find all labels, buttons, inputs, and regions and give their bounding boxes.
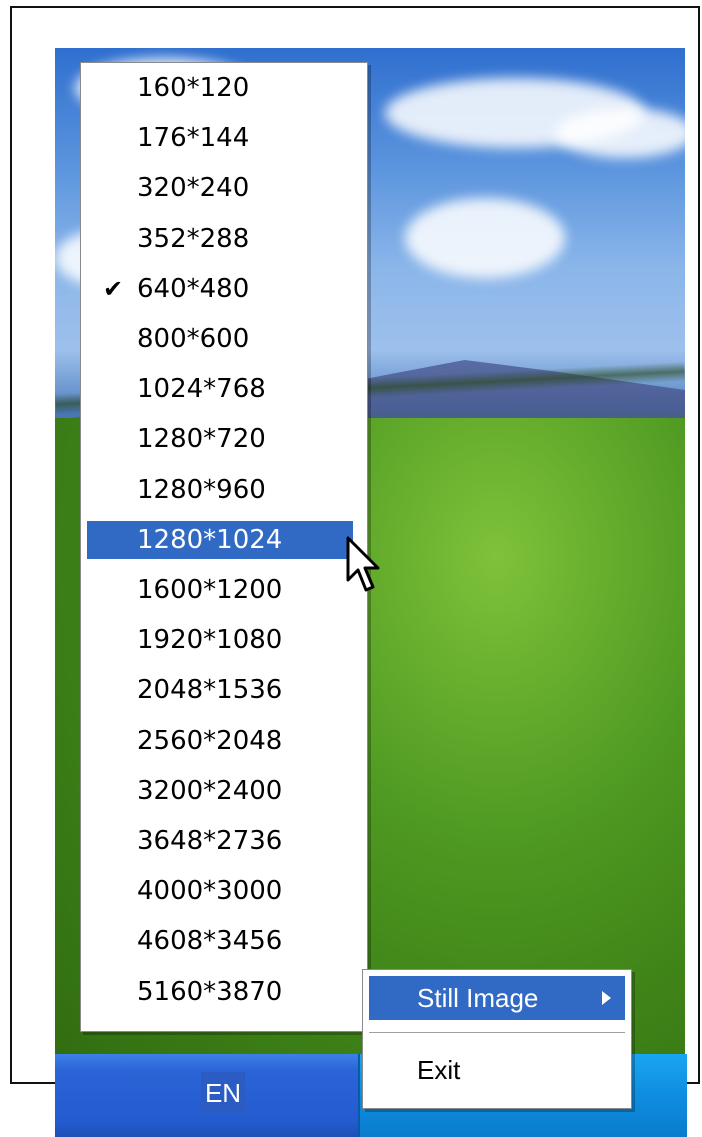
resolution-label: 1280*960 [137,474,266,505]
mouse-cursor-icon [346,536,380,592]
resolution-menu-item[interactable]: 320*240 [87,169,353,207]
still-image-label: Still Image [417,983,539,1013]
resolution-label: 4000*3000 [137,876,283,907]
resolution-menu: 160*120 176*144 320*240 352*288 ✔ 640*480 800*… [80,62,368,1032]
resolution-menu-item[interactable]: 2048*1536 [87,671,353,709]
resolution-label: 160*120 [137,73,250,103]
resolution-label: 3648*2736 [137,826,283,856]
resolution-label: 800*600 [137,324,250,354]
resolution-menu-item[interactable]: 3200*2400 [87,772,353,810]
resolution-label: 4608*3456 [137,926,283,957]
menu-separator-highlight [369,1033,625,1034]
tray-context-menu: Still Image Exit [362,969,632,1109]
exit-menu-item[interactable]: Exit [369,1048,625,1092]
language-indicator[interactable]: EN [201,1072,245,1114]
resolution-menu-item[interactable]: ✔ 640*480 [87,270,353,308]
resolution-label: 2048*1536 [137,675,283,706]
check-icon: ✔ [103,274,124,303]
resolution-menu-item[interactable]: 4000*3000 [87,872,353,910]
resolution-menu-item[interactable]: 5160*3870 [87,973,353,1011]
resolution-menu-item[interactable]: 1280*960 [87,471,353,509]
resolution-label: 176*144 [137,123,250,154]
resolution-menu-item[interactable]: 1024*768 [87,370,353,408]
resolution-label: 1280*720 [137,424,266,455]
resolution-menu-item[interactable]: 176*144 [87,119,353,157]
resolution-menu-item[interactable]: 160*120 [87,69,353,107]
resolution-menu-item[interactable]: 4608*3456 [87,922,353,960]
resolution-label: 1920*1080 [137,625,283,656]
resolution-label: 1280*1024 [137,524,283,555]
resolution-label: 1600*1200 [137,575,283,605]
submenu-arrow-icon [602,991,611,1005]
resolution-menu-item[interactable]: 1600*1200 [87,571,353,609]
resolution-label: 640*480 [137,273,250,304]
resolution-menu-item[interactable]: 352*288 [87,220,353,258]
resolution-label: 3200*2400 [137,775,283,806]
resolution-label: 352*288 [137,223,250,254]
resolution-menu-item[interactable]: 1280*720 [87,420,353,458]
frame-line-left [10,1082,58,1084]
resolution-menu-item[interactable]: 1920*1080 [87,621,353,659]
resolution-menu-item[interactable]: 800*600 [87,320,353,358]
resolution-menu-item[interactable]: 3648*2736 [87,822,353,860]
resolution-menu-item[interactable]: 1280*1024 [87,520,353,559]
exit-label: Exit [417,1055,461,1085]
resolution-label: 5160*3870 [137,976,283,1007]
resolution-label: 2560*2048 [137,725,283,756]
resolution-label: 320*240 [137,173,250,204]
still-image-menu-item[interactable]: Still Image [369,976,625,1020]
resolution-menu-item[interactable]: 2560*2048 [87,722,353,760]
resolution-label: 1024*768 [137,374,266,405]
